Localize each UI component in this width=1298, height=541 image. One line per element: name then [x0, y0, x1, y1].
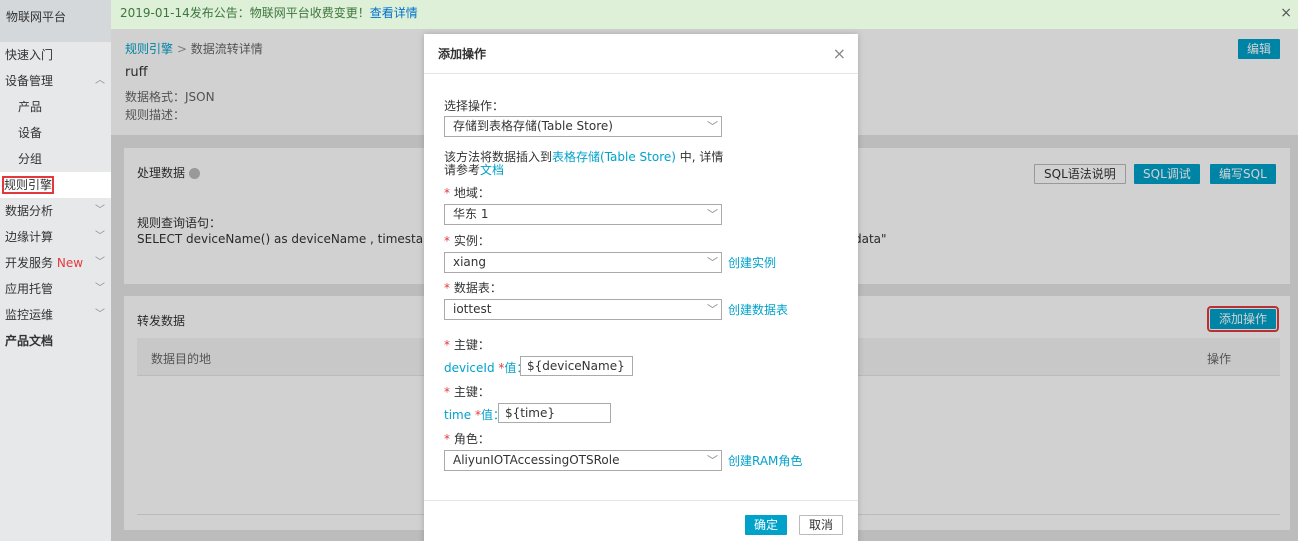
modal-title: 添加操作	[424, 34, 858, 74]
instance-select[interactable]: xiang ﹀	[444, 252, 722, 273]
sidebar-item-app-hosting[interactable]: 应用托管 ﹀	[0, 276, 111, 302]
sidebar-item-label: 监控运维	[5, 308, 54, 322]
chevron-down-icon: ﹀	[707, 454, 718, 467]
sidebar-item-monitoring[interactable]: 监控运维 ﹀	[0, 302, 111, 328]
close-icon[interactable]: ×	[1280, 0, 1292, 26]
sidebar-item-label: 规则引擎	[2, 176, 55, 194]
sidebar-item-product[interactable]: 产品	[0, 94, 111, 120]
chevron-down-icon: ﹀	[95, 231, 105, 242]
modal-footer: 确定 取消	[424, 500, 858, 541]
ok-button[interactable]: 确定	[745, 515, 788, 535]
sidebar-item-label: 开发服务	[5, 256, 54, 270]
chevron-down-icon: ﹀	[707, 303, 718, 316]
chevron-down-icon: ﹀	[707, 120, 718, 133]
app-logo: 物联网平台	[0, 0, 111, 42]
instance-label: * 实例：	[444, 234, 490, 248]
table-select[interactable]: iottest ﹀	[444, 299, 722, 320]
region-select-value: 华东 1	[453, 207, 489, 221]
sidebar-item-dev-service[interactable]: 开发服务 New ﹀	[0, 250, 111, 276]
sidebar: 物联网平台 快速入门 设备管理 ︿ 产品 设备 分组 规则引擎 数据分析 ﹀ 边缘计…	[0, 0, 111, 541]
pk1-value-input[interactable]: ${deviceName}	[520, 356, 633, 376]
notice-text: 2019-01-14发布公告：物联网平台收费变更！	[120, 6, 370, 20]
table-label: * 数据表：	[444, 281, 502, 295]
pk1-label-text: 主键：	[453, 338, 490, 352]
sidebar-item-label: 快速入门	[5, 48, 54, 62]
instance-select-value: xiang	[453, 255, 487, 269]
create-ram-role-link[interactable]: 创建RAM角色	[728, 452, 802, 469]
sidebar-item-group[interactable]: 分组	[0, 146, 111, 172]
table-select-value: iottest	[453, 302, 492, 316]
sidebar-item-label: 设备	[18, 126, 43, 140]
pk2-name: time	[444, 408, 472, 422]
chevron-down-icon: ﹀	[707, 208, 718, 221]
pk2-key: time *值：	[444, 408, 505, 422]
region-label: * 地域：	[444, 186, 490, 200]
chevron-down-icon: ﹀	[95, 309, 105, 320]
cancel-button[interactable]: 取消	[799, 515, 844, 535]
action-select-value: 存储到表格存储(Table Store)	[453, 119, 613, 133]
pk2-value-input[interactable]: ${time}	[498, 403, 611, 423]
pk2-label-text: 主键：	[453, 385, 490, 399]
region-label-text: 地域：	[453, 186, 490, 200]
sidebar-item-label: 设备管理	[5, 74, 54, 88]
action-description: 该方法将数据插入到表格存储(Table Store) 中, 详情 请参考文档	[444, 151, 723, 177]
role-select-value: AliyunIOTAccessingOTSRole	[453, 453, 620, 467]
add-action-modal: 添加操作 × 选择操作： 存储到表格存储(Table Store) ﹀ 该方法将…	[424, 34, 858, 541]
sidebar-item-label: 分组	[18, 152, 43, 166]
create-instance-link[interactable]: 创建实例	[728, 254, 776, 271]
desc-text-3: 请参考	[444, 163, 481, 177]
sidebar-item-data-analysis[interactable]: 数据分析 ﹀	[0, 198, 111, 224]
close-icon[interactable]: ×	[833, 44, 846, 63]
sidebar-item-label: 产品文档	[5, 334, 54, 348]
instance-label-text: 实例：	[453, 234, 490, 248]
table-label-text: 数据表：	[453, 281, 502, 295]
sidebar-item-device[interactable]: 设备	[0, 120, 111, 146]
notice-bar: 2019-01-14发布公告：物联网平台收费变更！查看详情 ×	[111, 0, 1298, 29]
sidebar-item-docs[interactable]: 产品文档	[0, 328, 111, 354]
doc-link[interactable]: 文档	[480, 163, 504, 177]
pk2-label: * 主键：	[444, 385, 490, 399]
sidebar-item-edge[interactable]: 边缘计算 ﹀	[0, 224, 111, 250]
table-store-link[interactable]: 表格存储(Table Store)	[552, 150, 676, 164]
chevron-up-icon: ︿	[95, 75, 105, 86]
role-select[interactable]: AliyunIOTAccessingOTSRole ﹀	[444, 450, 722, 471]
chevron-down-icon: ﹀	[95, 257, 105, 268]
sidebar-item-rule-engine[interactable]: 规则引擎	[0, 172, 111, 198]
role-label-text: 角色：	[453, 432, 490, 446]
sidebar-item-quickstart[interactable]: 快速入门	[0, 42, 111, 68]
sidebar-item-label: 数据分析	[5, 204, 54, 218]
role-label: * 角色：	[444, 432, 490, 446]
pk1-name: deviceId	[444, 361, 495, 375]
pk1-label: * 主键：	[444, 338, 490, 352]
desc-text: 该方法将数据插入到	[444, 150, 553, 164]
desc-text-2: 中, 详情	[675, 150, 724, 164]
pk1-key: deviceId *值：	[444, 361, 529, 375]
region-select[interactable]: 华东 1 ﹀	[444, 204, 722, 225]
chevron-down-icon: ﹀	[95, 205, 105, 216]
sidebar-item-device-mgmt[interactable]: 设备管理 ︿	[0, 68, 111, 94]
sidebar-item-label: 产品	[18, 100, 43, 114]
sidebar-item-label: 边缘计算	[5, 230, 54, 244]
new-badge: New	[56, 256, 84, 270]
chevron-down-icon: ﹀	[707, 256, 718, 269]
notice-detail-link[interactable]: 查看详情	[370, 6, 418, 20]
choose-action-label: 选择操作：	[444, 99, 505, 113]
chevron-down-icon: ﹀	[95, 283, 105, 294]
sidebar-item-label: 应用托管	[5, 282, 54, 296]
create-table-link[interactable]: 创建数据表	[728, 301, 788, 318]
action-select[interactable]: 存储到表格存储(Table Store) ﹀	[444, 116, 722, 137]
